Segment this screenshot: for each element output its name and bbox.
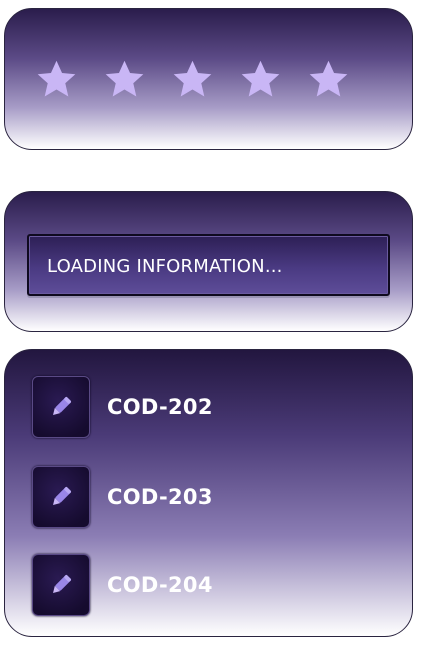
list-item[interactable]: COD-204 <box>32 554 372 616</box>
loading-text: LOADING INFORMATION... <box>47 256 283 277</box>
pencil-icon <box>53 575 71 593</box>
pencil-icon <box>53 487 71 505</box>
loading-bar: LOADING INFORMATION... <box>27 234 390 296</box>
item-label: COD-202 <box>107 395 213 419</box>
item-label: COD-203 <box>107 485 213 509</box>
list-item[interactable]: COD-203 <box>32 466 372 528</box>
star-icon[interactable] <box>307 57 350 102</box>
list-item[interactable]: COD-202 <box>32 376 372 438</box>
edit-button[interactable] <box>32 376 90 438</box>
star-icon[interactable] <box>239 57 282 102</box>
star-rating[interactable] <box>35 57 350 102</box>
rating-card <box>4 8 413 150</box>
star-icon[interactable] <box>35 57 78 102</box>
pencil-icon <box>53 397 71 415</box>
item-list-card: COD-202 COD-203 COD-204 <box>4 349 413 637</box>
item-label: COD-204 <box>107 573 213 597</box>
star-icon[interactable] <box>103 57 146 102</box>
edit-button[interactable] <box>32 466 90 528</box>
loading-card: LOADING INFORMATION... <box>4 191 413 332</box>
star-icon[interactable] <box>171 57 214 102</box>
edit-button[interactable] <box>32 554 90 616</box>
